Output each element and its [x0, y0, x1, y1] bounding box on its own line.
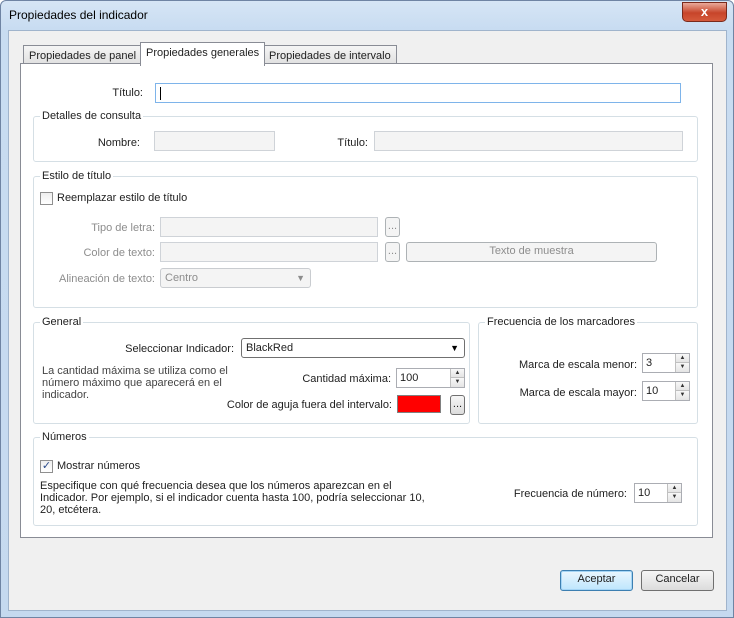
dialog-window: Propiedades del indicador x Propiedades … [0, 0, 734, 618]
marker-frequency-legend: Frecuencia de los marcadores [485, 316, 637, 328]
query-details-legend: Detalles de consulta [40, 110, 144, 122]
font-label: Tipo de letra: [91, 222, 155, 234]
override-title-style-checkbox[interactable] [40, 192, 53, 205]
marker-frequency-group: Frecuencia de los marcadores Marca de es… [478, 316, 698, 424]
spin-up-icon[interactable]: ▲ [676, 382, 689, 391]
tab-panel: Título: Detalles de consulta Nombre: Tít… [20, 63, 713, 538]
spin-up-icon[interactable]: ▲ [668, 484, 681, 493]
query-title-label: Título: [337, 137, 368, 149]
text-color-field [160, 242, 378, 262]
spin-down-icon[interactable]: ▼ [451, 378, 464, 387]
numbers-description: Especifique con qué frecuencia desea que… [40, 480, 425, 516]
needle-color-browse-button[interactable]: ... [450, 395, 465, 415]
title-label: Título: [112, 87, 143, 99]
window-title: Propiedades del indicador [9, 8, 148, 22]
number-frequency-spinner[interactable]: 10 ▲ ▼ [634, 483, 682, 503]
minor-tick-label: Marca de escala menor: [519, 359, 637, 371]
max-amount-spinner[interactable]: 100 ▲ ▼ [396, 368, 465, 388]
spin-down-icon[interactable]: ▼ [676, 391, 689, 400]
text-color-browse-button: ... [385, 242, 400, 262]
text-color-label: Color de texto: [83, 247, 155, 259]
query-details-group: Detalles de consulta Nombre: Título: [33, 110, 698, 162]
needle-color-label: Color de aguja fuera del intervalo: [226, 399, 392, 411]
tab-general-properties[interactable]: Propiedades generales [140, 42, 266, 66]
font-browse-button: ... [385, 217, 400, 237]
chevron-down-icon: ▼ [450, 343, 459, 353]
needle-color-swatch[interactable] [397, 395, 441, 413]
show-numbers-checkbox[interactable]: ✓ [40, 460, 53, 473]
title-style-legend: Estilo de título [40, 170, 114, 182]
chevron-down-icon: ▼ [296, 273, 305, 283]
close-button[interactable]: x [682, 2, 727, 22]
override-title-style-label: Reemplazar estilo de título [57, 192, 188, 204]
minor-tick-spinner[interactable]: 3 ▲ ▼ [642, 353, 690, 373]
general-description: La cantidad máxima se utiliza como el nú… [42, 365, 228, 401]
select-indicator-label: Seleccionar Indicador: [125, 343, 234, 355]
title-input[interactable] [155, 83, 681, 103]
select-indicator-combo[interactable]: BlackRed ▼ [241, 338, 465, 358]
spin-up-icon[interactable]: ▲ [676, 354, 689, 363]
numbers-group: Números ✓ Mostrar números Especifique co… [33, 431, 698, 526]
general-group: General Seleccionar Indicador: BlackRed … [33, 316, 470, 424]
accept-button[interactable]: Aceptar [560, 570, 633, 591]
numbers-legend: Números [40, 431, 89, 443]
max-amount-label: Cantidad máxima: [302, 373, 391, 385]
text-caret [160, 87, 161, 100]
spin-down-icon[interactable]: ▼ [676, 363, 689, 372]
sample-text-button: Texto de muestra [406, 242, 657, 262]
title-bar: Propiedades del indicador x [1, 1, 733, 31]
cancel-button[interactable]: Cancelar [641, 570, 714, 591]
show-numbers-label: Mostrar números [57, 460, 141, 472]
major-tick-label: Marca de escala mayor: [519, 387, 637, 399]
font-field [160, 217, 378, 237]
spin-up-icon[interactable]: ▲ [451, 369, 464, 378]
general-legend: General [40, 316, 84, 328]
alignment-label: Alineación de texto: [58, 273, 155, 285]
query-name-field [154, 131, 275, 151]
query-name-label: Nombre: [97, 137, 140, 149]
alignment-combo: Centro ▼ [160, 268, 311, 288]
number-frequency-label: Frecuencia de número: [513, 488, 627, 500]
major-tick-spinner[interactable]: 10 ▲ ▼ [642, 381, 690, 401]
query-title-field [374, 131, 683, 151]
title-style-group: Estilo de título Reemplazar estilo de tí… [33, 170, 698, 308]
dialog-client: Propiedades de panel Propiedades general… [8, 30, 727, 611]
spin-down-icon[interactable]: ▼ [668, 493, 681, 502]
